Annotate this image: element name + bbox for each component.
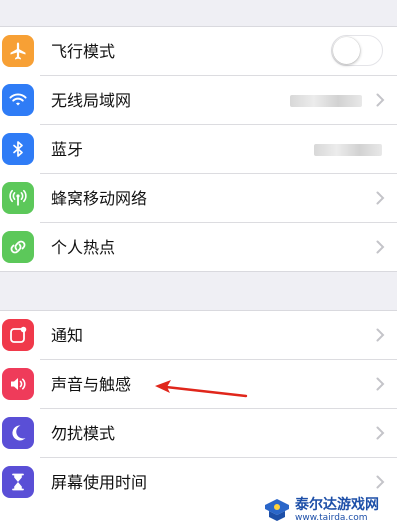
wifi-icon	[2, 84, 34, 116]
airplane-icon	[2, 35, 34, 67]
chevron-right-icon	[376, 93, 385, 107]
wlan-value-redacted	[290, 95, 362, 107]
airplane-mode-toggle[interactable]	[331, 35, 383, 66]
row-label: 蜂窝移动网络	[51, 189, 148, 208]
chevron-right-icon	[376, 328, 385, 342]
chevron-right-icon	[376, 191, 385, 205]
row-do-not-disturb[interactable]: 勿扰模式	[0, 409, 397, 458]
row-label: 蓝牙	[51, 140, 84, 159]
watermark-logo-icon	[265, 499, 289, 521]
row-label: 个人热点	[51, 238, 116, 257]
hourglass-icon	[2, 466, 34, 498]
bluetooth-value-redacted	[314, 144, 382, 156]
red-arrow-annotation	[155, 380, 248, 398]
row-airplane-mode[interactable]: 飞行模式	[0, 27, 397, 76]
row-label: 屏幕使用时间	[51, 473, 148, 492]
antenna-icon	[2, 182, 34, 214]
row-bluetooth[interactable]: 蓝牙	[0, 125, 397, 174]
watermark-url: www.tairda.com	[295, 512, 368, 523]
row-label: 无线局域网	[51, 91, 132, 110]
toggle-knob	[333, 37, 360, 64]
row-label: 飞行模式	[51, 42, 116, 61]
moon-icon	[2, 417, 34, 449]
chevron-right-icon	[376, 475, 385, 489]
chevron-right-icon	[376, 240, 385, 254]
hotspot-icon	[2, 231, 34, 263]
row-label: 声音与触感	[51, 375, 132, 394]
watermark: 泰尔达游戏网 www.tairda.com	[263, 495, 393, 525]
row-cellular[interactable]: 蜂窝移动网络	[0, 174, 397, 223]
watermark-text: 泰尔达游戏网 www.tairda.com	[295, 498, 379, 523]
watermark-title: 泰尔达游戏网	[295, 496, 379, 513]
chevron-right-icon	[376, 426, 385, 440]
row-notifications[interactable]: 通知	[0, 311, 397, 360]
row-label: 通知	[51, 326, 84, 345]
bluetooth-icon	[2, 133, 34, 165]
speaker-icon	[2, 368, 34, 400]
notification-icon	[2, 319, 34, 351]
row-personal-hotspot[interactable]: 个人热点	[0, 223, 397, 272]
row-wlan[interactable]: 无线局域网	[0, 76, 397, 125]
row-label: 勿扰模式	[51, 424, 116, 443]
chevron-right-icon	[376, 377, 385, 391]
settings-group-connectivity: 飞行模式 无线局域网 蓝牙 蜂窝移动网络 个人热点	[0, 26, 397, 272]
